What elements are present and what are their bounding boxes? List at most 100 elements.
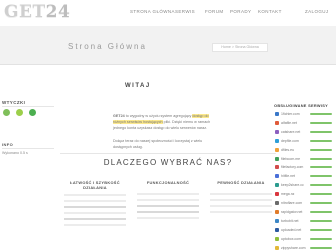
service-name: 1fichier.com [281,112,300,116]
nav-item-porady[interactable]: PORADY [230,9,251,14]
service-icon [275,245,279,250]
feature-text-line [210,204,272,208]
service-name: fileboom.me [281,156,301,161]
service-name: uptobox.com [281,236,302,241]
service-name: mega.nz [281,192,295,197]
feature-text-line [137,216,199,220]
page-title: Strona Główna [68,42,147,51]
plugin-icon-3[interactable] [29,109,36,116]
service-name: hitfile.net [281,174,296,179]
service-icon [275,209,279,214]
service-name: keep2share.cc [281,183,304,188]
nav-item-home[interactable]: STRONA GŁÓWNA [130,9,175,14]
info-text: Wykonano 0.5 s [2,151,28,155]
feature-column: PEWNOŚĆ DZIAŁANIA [208,180,274,214]
service-icon [275,165,279,170]
service-name: filefactory.com [281,165,304,170]
service-row[interactable]: keep2share.cc [274,182,336,189]
services-title: OBSŁUGIWANE SERWISY [274,103,329,108]
right-sidebar: OBSŁUGIWANE SERWISY 1fichier.com alfafile… [274,103,336,250]
site-logo[interactable]: GET24 [4,2,70,22]
service-status-bar [310,237,332,240]
service-icon [275,183,279,188]
service-icon [275,174,279,179]
feature-text-line [64,223,126,226]
service-row[interactable]: depfile.com [274,138,336,145]
service-row[interactable]: rapidgator.net [274,209,336,216]
breadcrumb[interactable]: Home > Strona Główna [212,43,268,52]
feature-text-line [64,205,126,208]
service-row[interactable]: alfafile.net [274,120,336,127]
feature-title: ŁATWOŚĆ I SZYBKOŚĆ DZIAŁANIA [70,180,120,190]
service-icon [275,129,279,134]
service-row[interactable]: catshare.net [274,129,336,136]
brand-name: GET24 [113,114,125,118]
service-row[interactable]: nitroflare.com [274,200,336,207]
service-icon [275,138,279,143]
service-row[interactable]: zippyshare.com [274,245,336,252]
service-status-bar [310,157,332,160]
plugin-icon-2[interactable] [16,109,23,116]
info-title: INFO [2,142,14,147]
service-status-bar [310,246,332,249]
feature-text-line [64,211,126,214]
service-row[interactable]: uploaded.net [274,227,336,234]
top-bar: GET24 STRONA GŁÓWNA SERWIS FORUM PORADY … [0,0,336,27]
service-name: alfafile.net [281,120,297,125]
service-row[interactable]: mega.nz [274,191,336,198]
service-icon [275,218,279,223]
service-icon [275,201,279,205]
service-row[interactable]: fileboom.me [274,156,336,163]
divider [60,153,276,154]
widgets-title: WTYCZKI [2,100,26,105]
feature-column: ŁATWOŚĆ I SZYBKOŚĆ DZIAŁANIA [62,180,128,226]
service-row[interactable]: dfiles.eu [274,147,336,154]
service-icon [275,112,279,116]
nav-item-kontakt[interactable]: KONTAKT [258,9,282,14]
feature-text-line [64,193,126,196]
feature-title: FUNKCJONALNOŚĆ [146,180,190,185]
feature-text-line [210,210,272,214]
service-status-bar [310,228,332,231]
service-icon [275,227,279,232]
nav-item-serwis[interactable]: SERWIS [175,9,195,14]
service-icon [275,156,279,161]
service-icon [275,147,279,152]
service-row[interactable]: turbobit.net [274,218,336,225]
service-status-bar [310,139,332,142]
service-name: depfile.com [281,138,299,143]
feature-text-line [210,193,272,196]
service-status-bar [310,175,332,178]
service-status-bar [310,130,332,133]
service-row[interactable]: uptobox.com [274,236,336,243]
service-icon [275,192,279,197]
feature-text-line [137,193,199,196]
service-status-bar [310,219,332,222]
service-name: catshare.net [281,129,301,134]
welcome-title: WITAJ [125,83,151,89]
welcome-intro: GET24 to wygodny w użyciu system agreguj… [113,114,211,150]
divider [2,106,54,107]
service-icon [275,236,279,241]
plugin-icon-1[interactable] [3,109,10,116]
nav-item-login[interactable]: ZALOGUJ [305,9,329,14]
service-name: turbobit.net [281,218,299,223]
service-row[interactable]: filefactory.com [274,164,336,171]
service-name: dfiles.eu [281,147,295,152]
feature-text-line [137,210,199,214]
feature-title: PEWNOŚĆ DZIAŁANIA [217,180,265,185]
service-row[interactable]: hitfile.net [274,173,336,180]
service-row[interactable]: 1fichier.com [274,111,336,118]
feature-text-line [210,198,272,202]
page-hero: Strona Główna Home > Strona Główna [0,26,336,65]
service-status-bar [310,193,332,196]
service-status-bar [310,121,332,124]
nav-item-forum[interactable]: FORUM [205,9,224,14]
service-status-bar [310,113,332,115]
service-status-bar [310,166,332,169]
service-status-bar [310,148,332,151]
feature-text-line [137,198,199,202]
service-status-bar [310,184,332,187]
service-name: uploaded.net [281,227,302,232]
service-status-bar [310,202,332,204]
